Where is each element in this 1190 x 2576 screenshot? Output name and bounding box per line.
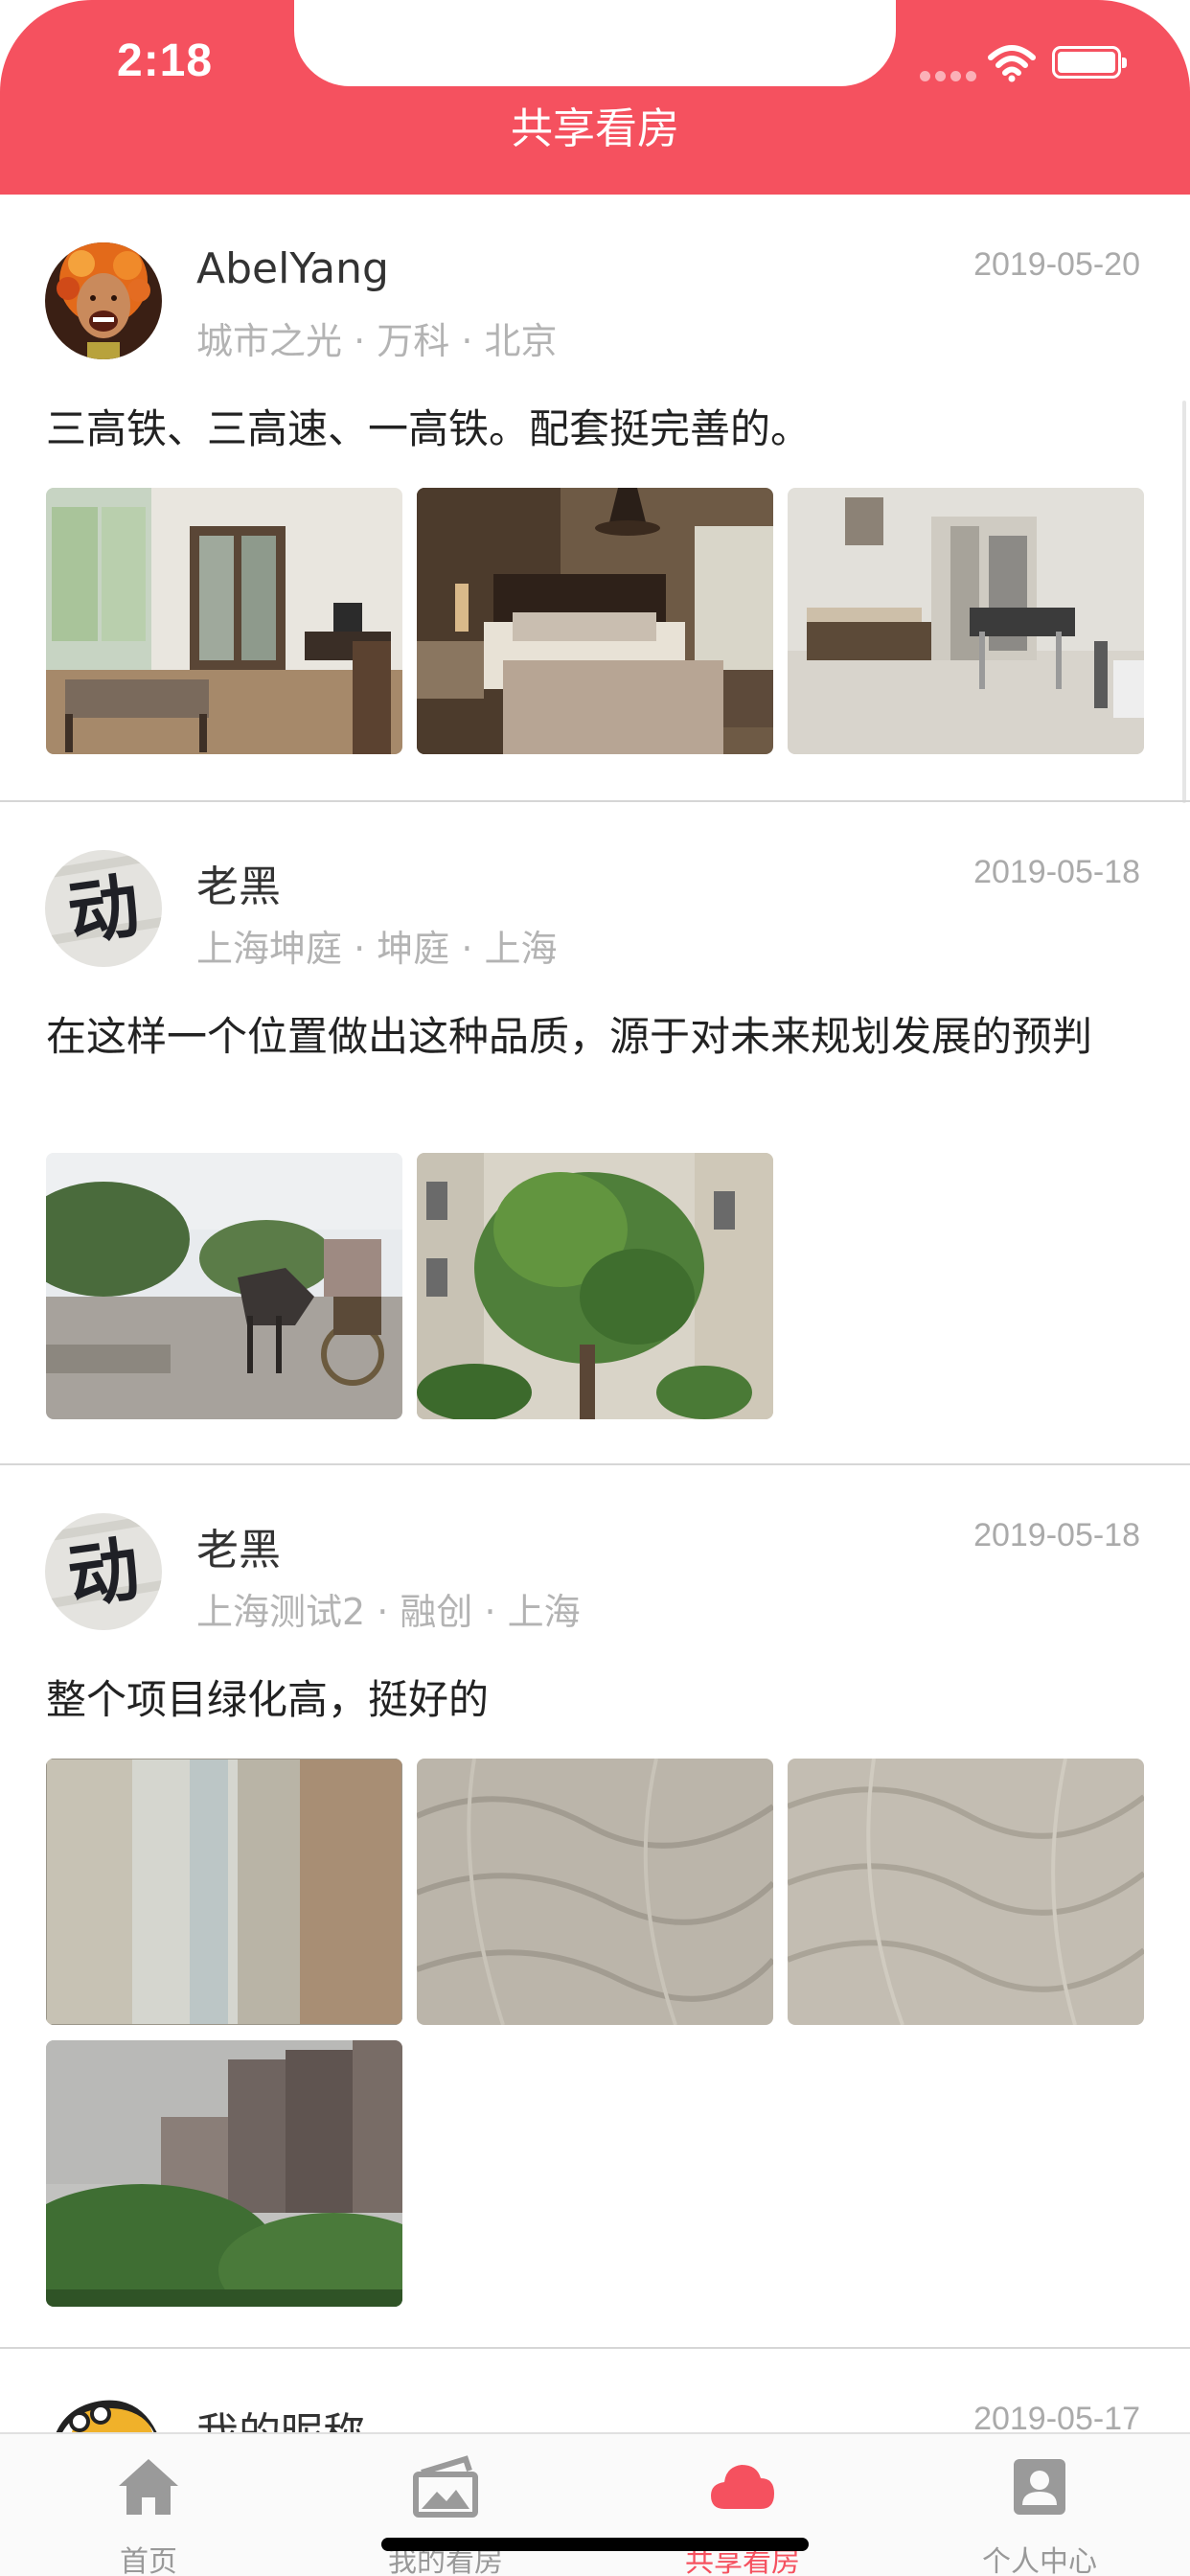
home-indicator[interactable]: [381, 2538, 809, 2551]
svg-text:动: 动: [63, 864, 145, 955]
cellular-signal-icon: [920, 71, 976, 81]
svg-text:动: 动: [63, 1528, 145, 1619]
wall-texture-photo[interactable]: [788, 1759, 1144, 2025]
post-card[interactable]: 动 老黑 上海测试2 · 融创 · 上海 2019-05-18 整个项目绿化高，…: [0, 1465, 1190, 2347]
avatar[interactable]: 动: [45, 1513, 162, 1630]
post-card[interactable]: 动 老黑 上海坤庭 · 坤庭 · 上海 2019-05-18 在这样一个位置做出…: [0, 802, 1190, 1463]
window-screen-view-photo[interactable]: [46, 2040, 402, 2307]
post-card[interactable]: AbelYang 城市之光 · 万科 · 北京 2019-05-20 三高铁、三…: [0, 195, 1190, 798]
tab-profile[interactable]: 个人中心: [891, 2434, 1188, 2576]
post-date: 2019-05-17: [973, 2401, 1140, 2432]
post-date: 2019-05-18: [973, 1517, 1140, 1553]
shared-viewing-feed[interactable]: AbelYang 城市之光 · 万科 · 北京 2019-05-20 三高铁、三…: [0, 195, 1190, 2432]
post-date: 2019-05-20: [973, 246, 1140, 283]
tab-label: 个人中心: [982, 2545, 1097, 2576]
device-notch: [294, 0, 896, 86]
avatar[interactable]: 动: [45, 850, 162, 967]
post-username[interactable]: 我的昵称: [196, 2399, 365, 2432]
wall-texture-photo[interactable]: [417, 1759, 773, 2025]
wood-floor-photo[interactable]: [46, 1759, 402, 2025]
home-icon: [119, 2459, 178, 2515]
post-username[interactable]: 老黑: [196, 852, 281, 913]
wifi-icon: [988, 45, 1036, 82]
tab-label: 首页: [120, 2545, 177, 2576]
battery-icon: [1052, 46, 1127, 79]
horse-carriage-sculpture-photo[interactable]: [46, 1153, 402, 1419]
post-content: 三高铁、三高速、一高铁。配套挺完善的。: [46, 405, 812, 452]
status-time: 2:18: [117, 35, 214, 86]
tab-my-viewings[interactable]: 我的看房: [297, 2434, 594, 2576]
photo-album-icon: [413, 2455, 478, 2518]
living-room-photo[interactable]: [46, 488, 402, 754]
bedroom-photo[interactable]: [417, 488, 773, 754]
cloud-icon: [711, 2465, 774, 2509]
post-location: 上海测试2 · 融创 · 上海: [196, 1591, 581, 1633]
tab-shared-viewings[interactable]: 共享看房: [594, 2434, 891, 2576]
avatar[interactable]: [45, 2397, 162, 2432]
person-icon: [1014, 2459, 1065, 2515]
post-location: 城市之光 · 万科 · 北京: [196, 320, 558, 362]
post-content: 整个项目绿化高，挺好的: [46, 1676, 490, 1723]
tab-home[interactable]: 首页: [0, 2434, 297, 2576]
nav-header: 2:18 共享看房: [0, 0, 1190, 195]
post-content: 在这样一个位置做出这种品质，源于对未来规划发展的预判: [46, 1013, 1093, 1060]
dining-room-photo[interactable]: [788, 488, 1144, 754]
tree-photo[interactable]: [417, 1153, 773, 1419]
avatar[interactable]: [45, 242, 162, 359]
post-date: 2019-05-18: [973, 854, 1140, 890]
post-location: 上海坤庭 · 坤庭 · 上海: [196, 928, 558, 970]
page-title: 共享看房: [511, 104, 679, 153]
tab-bar: 首页 我的看房 共享看房 个人中心: [0, 2432, 1190, 2576]
post-card[interactable]: 我的昵称 2019-05-17: [0, 2349, 1190, 2432]
post-username[interactable]: 老黑: [196, 1515, 281, 1576]
post-username[interactable]: AbelYang: [196, 244, 389, 293]
